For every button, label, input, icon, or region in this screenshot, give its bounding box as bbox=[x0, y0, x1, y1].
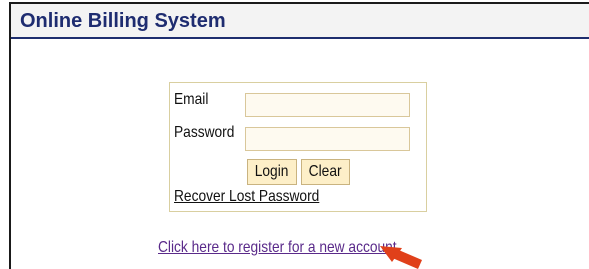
login-button[interactable]: Login bbox=[247, 159, 297, 185]
email-field[interactable] bbox=[245, 93, 410, 117]
register-link[interactable]: Click here to register for a new account bbox=[158, 239, 397, 257]
login-button-label: Login bbox=[255, 163, 289, 180]
password-field[interactable] bbox=[245, 127, 410, 151]
password-label: Password bbox=[174, 124, 235, 141]
red-arrow-icon bbox=[380, 246, 422, 269]
page-title: Online Billing System bbox=[20, 10, 226, 32]
header-bar: Online Billing System bbox=[11, 4, 589, 39]
clear-button[interactable]: Clear bbox=[301, 159, 350, 185]
recover-password-link[interactable]: Recover Lost Password bbox=[174, 188, 319, 206]
login-panel: Email Password Login Clear Recover Lost … bbox=[169, 82, 427, 212]
clear-button-label: Clear bbox=[309, 163, 342, 180]
email-label: Email bbox=[174, 91, 209, 108]
